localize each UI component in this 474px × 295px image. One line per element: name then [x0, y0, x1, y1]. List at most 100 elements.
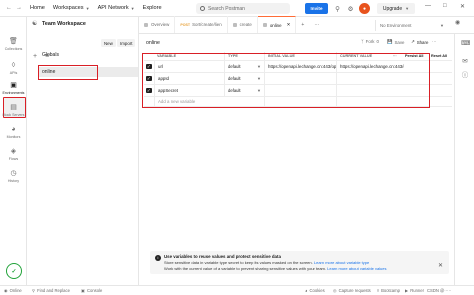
maximize-icon[interactable]: □ — [443, 3, 447, 9]
save-button[interactable]: 💾 Save — [387, 39, 404, 45]
capture-requests-button[interactable]: ◎ Capture requests — [333, 288, 371, 293]
find-icon: ⚲ — [32, 288, 36, 293]
learn-more-variable-type-link[interactable]: Learn more about variable type — [314, 260, 369, 265]
nav-environments[interactable]: ▣ Environments — [0, 81, 27, 95]
current-value[interactable] — [336, 85, 404, 96]
add-variable-input[interactable]: Add a new variable — [154, 97, 264, 106]
nav-monitors[interactable]: ◕ Monitors — [0, 125, 27, 139]
nav-collections[interactable]: 🗑 Collections — [0, 37, 27, 51]
tab-request[interactable]: POST Sort/create/lien — [175, 16, 228, 33]
forward-arrow-icon[interactable]: → — [16, 5, 22, 11]
close-icon[interactable]: ✕ — [438, 262, 443, 269]
more-actions-button[interactable]: ··· — [432, 39, 436, 44]
environment-select[interactable]: No Environment ▼ — [375, 20, 447, 31]
variable-name[interactable]: url — [154, 61, 224, 72]
cookies-button[interactable]: ◕ Cookies — [305, 288, 325, 293]
env-item-globals[interactable]: Globals — [38, 50, 138, 60]
runner-button[interactable]: ▶ Runner — [405, 288, 424, 293]
runner-icon: ▶ — [405, 288, 409, 293]
search-placeholder: Search Postman — [208, 5, 245, 12]
nav-flows[interactable]: ◈ Flows — [0, 147, 27, 161]
avatar[interactable]: ● — [359, 3, 370, 14]
nav-workspaces[interactable]: Workspaces ▼ — [53, 5, 90, 11]
main-content: online ᛉ Fork 0 💾 Save ↗ Share ··· VARIABLE … — [139, 34, 454, 285]
close-icon[interactable]: ✕ — [460, 3, 465, 10]
minimize-icon[interactable]: — — [425, 3, 431, 9]
reset-all-button[interactable]: Reset All — [428, 52, 454, 60]
checkbox-checked-icon: ✓ — [146, 75, 152, 82]
console-button[interactable]: ▣ Console — [81, 288, 102, 293]
variable-name[interactable]: appId — [154, 73, 224, 84]
close-icon[interactable]: ✕ — [287, 22, 291, 28]
page-title[interactable]: online — [146, 40, 160, 46]
type-select[interactable]: default ▼ — [224, 85, 264, 96]
fork-button[interactable]: ᛉ Fork 0 — [361, 39, 379, 44]
nav-apis-label: APIs — [9, 71, 18, 75]
initial-value[interactable] — [264, 85, 336, 96]
variable-name[interactable]: appSecret — [154, 85, 224, 96]
nav-api-network[interactable]: API Network ▼ — [98, 5, 135, 11]
add-variable-row[interactable]: Add a new variable — [144, 97, 452, 107]
import-label: Import — [120, 40, 133, 46]
nav-environments-label: Environments — [2, 91, 25, 95]
history-icon: ◷ — [10, 170, 17, 177]
learn-more-variable-values-link[interactable]: Learn more about variable values — [327, 266, 386, 271]
info-icon[interactable]: ⓘ — [461, 72, 469, 80]
nav-explore[interactable]: Explore — [143, 5, 162, 11]
current-value[interactable] — [336, 73, 404, 84]
documentation-icon[interactable]: ⌨ — [461, 40, 470, 48]
header-initial-value: INITIAL VALUE — [264, 52, 336, 60]
type-select[interactable]: default ▼ — [224, 61, 264, 72]
satellite-icon[interactable]: ⚲ — [333, 4, 342, 13]
initial-value[interactable]: https://openapi.lechange.cn:443/openapi — [264, 61, 336, 72]
plus-icon[interactable]: + — [33, 53, 37, 60]
invite-button[interactable]: Invite — [305, 3, 328, 14]
persist-all-button[interactable]: Persist All — [402, 52, 430, 60]
nav-mock-servers[interactable]: ▤ Mock Servers — [0, 103, 27, 117]
new-button[interactable]: New — [101, 39, 116, 47]
import-button[interactable]: Import — [117, 39, 136, 47]
nav-apis[interactable]: ◊ APIs — [0, 61, 27, 75]
comments-icon[interactable]: ✉ — [461, 58, 469, 66]
new-tab-icon[interactable]: + — [296, 16, 309, 33]
tab-create[interactable]: create — [228, 16, 258, 33]
status-bar: ◉ Online ⚲ Find and Replace ▣ Console ◕ Cook… — [0, 285, 474, 295]
more-icon[interactable]: ··· — [390, 52, 400, 60]
find-replace-button[interactable]: ⚲ Find and Replace — [32, 288, 70, 293]
more-tabs-icon[interactable]: ··· — [309, 16, 324, 33]
banner-line-2: Work with the current value of a variabl… — [164, 266, 387, 271]
search-input[interactable]: Search Postman — [196, 3, 290, 14]
status-label: Capture requests — [338, 288, 371, 293]
initial-value[interactable] — [264, 73, 336, 84]
type-select[interactable]: default ▼ — [224, 73, 264, 84]
nav-monitors-label: Monitors — [6, 135, 21, 139]
upgrade-label: Upgrade — [382, 5, 403, 12]
upgrade-button[interactable]: Upgrade ▼ — [377, 3, 415, 14]
environment-icon — [262, 23, 267, 27]
bootcamp-button[interactable]: ◊ Bootcamp — [377, 288, 400, 293]
current-value[interactable]: https://openapi.lechange.cn:443/open... — [336, 61, 404, 72]
table-row: ✓ appId default ▼ — [144, 73, 452, 85]
tab-online[interactable]: online ✕ — [257, 16, 297, 33]
nav-collections-label: Collections — [4, 47, 23, 51]
environment-quick-look-icon[interactable]: ◉ — [455, 19, 460, 26]
row-checkbox[interactable]: ✓ — [144, 73, 154, 84]
nav-history[interactable]: ◷ History — [0, 169, 27, 183]
nav-home[interactable]: Home — [30, 5, 45, 11]
nav-api-network-label: API Network — [97, 5, 129, 11]
row-checkbox[interactable]: ✓ — [144, 61, 154, 72]
share-button[interactable]: ↗ Share — [411, 39, 428, 45]
collection-icon — [232, 22, 237, 27]
workspace-title[interactable]: Team Workspace — [42, 21, 86, 27]
chevron-down-icon: ▼ — [257, 88, 261, 93]
back-arrow-icon[interactable]: ← — [6, 5, 12, 11]
left-nav: 🗑 Collections ◊ APIs ▣ Environments ▤ Mo… — [0, 17, 27, 285]
tab-overview[interactable]: Overview — [139, 16, 176, 33]
bell-icon[interactable] — [350, 4, 359, 13]
type-value: default — [228, 64, 241, 69]
share-icon: ↗ — [411, 39, 415, 44]
runner-status-icon[interactable]: ✓ — [6, 263, 22, 279]
environment-select-label: No Environment — [380, 23, 412, 28]
row-checkbox[interactable]: ✓ — [144, 85, 154, 96]
status-online[interactable]: ◉ Online — [4, 288, 22, 293]
